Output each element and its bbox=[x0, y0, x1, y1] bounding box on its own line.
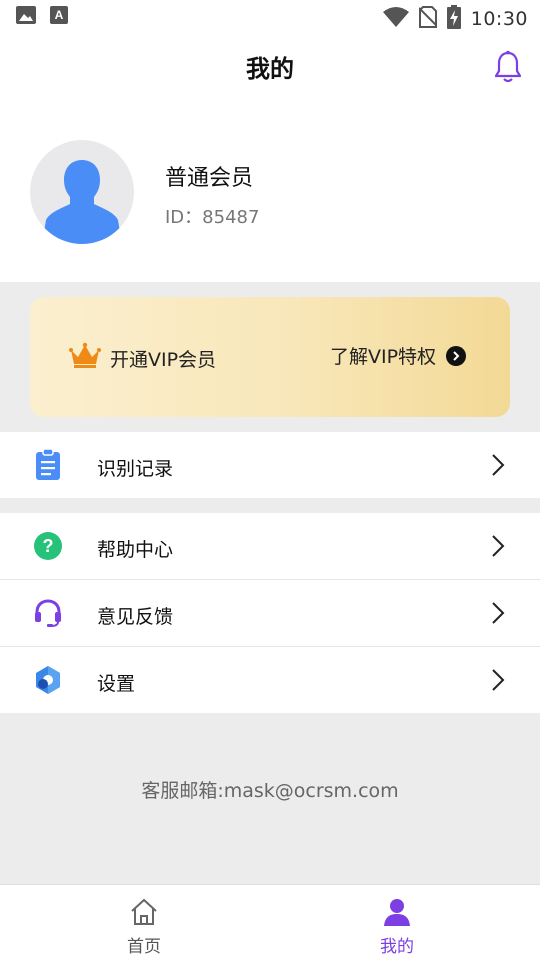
status-right-icons: 10:30 bbox=[382, 5, 528, 33]
menu-item-feedback[interactable] bbox=[0, 580, 540, 646]
wifi-icon bbox=[382, 7, 409, 31]
menu-item-settings[interactable] bbox=[0, 647, 540, 713]
menu-label-settings: 设置 bbox=[97, 673, 136, 695]
nav-home-label: 首页 bbox=[127, 937, 161, 957]
chevron-right-icon bbox=[490, 534, 506, 558]
menu-label-help: 帮助中心 bbox=[97, 539, 174, 561]
image-icon bbox=[16, 6, 36, 28]
contact-email: 客服邮箱:mask@ocrsm.com bbox=[141, 780, 399, 802]
home-icon bbox=[129, 898, 159, 930]
nav-mine[interactable]: 我的 bbox=[365, 898, 429, 957]
open-vip-label: 开通VIP会员 bbox=[110, 348, 217, 371]
headset-icon bbox=[33, 598, 63, 628]
nav-home[interactable]: 首页 bbox=[112, 898, 176, 957]
menu-item-help[interactable] bbox=[0, 513, 540, 579]
learn-vip-button[interactable]: 了解VIP特权 bbox=[330, 342, 467, 369]
crown-icon bbox=[68, 342, 102, 374]
help-icon: ? bbox=[33, 531, 63, 561]
nav-mine-label: 我的 bbox=[380, 937, 414, 957]
learn-vip-label: 了解VIP特权 bbox=[330, 346, 437, 368]
battery-charging-icon bbox=[446, 5, 461, 33]
status-time: 10:30 bbox=[470, 8, 528, 30]
status-left-icons: A bbox=[16, 6, 68, 28]
menu-item-records[interactable] bbox=[0, 432, 540, 498]
chevron-right-icon bbox=[490, 601, 506, 625]
clipboard-icon bbox=[33, 449, 63, 480]
menu-label-records: 识别记录 bbox=[97, 458, 174, 480]
member-level: 普通会员 bbox=[165, 166, 254, 191]
user-avatar-icon bbox=[42, 160, 122, 244]
chevron-right-icon bbox=[490, 453, 506, 477]
open-vip-button[interactable]: 开通VIP会员 bbox=[68, 342, 216, 374]
menu-label-feedback: 意见反馈 bbox=[97, 606, 174, 628]
bell-icon bbox=[494, 50, 522, 88]
user-icon bbox=[383, 898, 411, 930]
bottom-nav bbox=[0, 884, 540, 961]
avatar[interactable] bbox=[30, 140, 134, 244]
no-sim-icon bbox=[418, 6, 438, 32]
user-id: ID：85487 bbox=[165, 207, 260, 228]
settings-icon bbox=[33, 665, 63, 695]
chevron-right-icon bbox=[490, 668, 506, 692]
page-title: 我的 bbox=[246, 55, 294, 83]
arrow-right-circle-icon bbox=[446, 345, 467, 366]
svg-text:?: ? bbox=[43, 536, 54, 556]
svg-text:A: A bbox=[55, 8, 64, 22]
notification-button[interactable] bbox=[490, 50, 526, 88]
font-icon: A bbox=[50, 6, 68, 28]
